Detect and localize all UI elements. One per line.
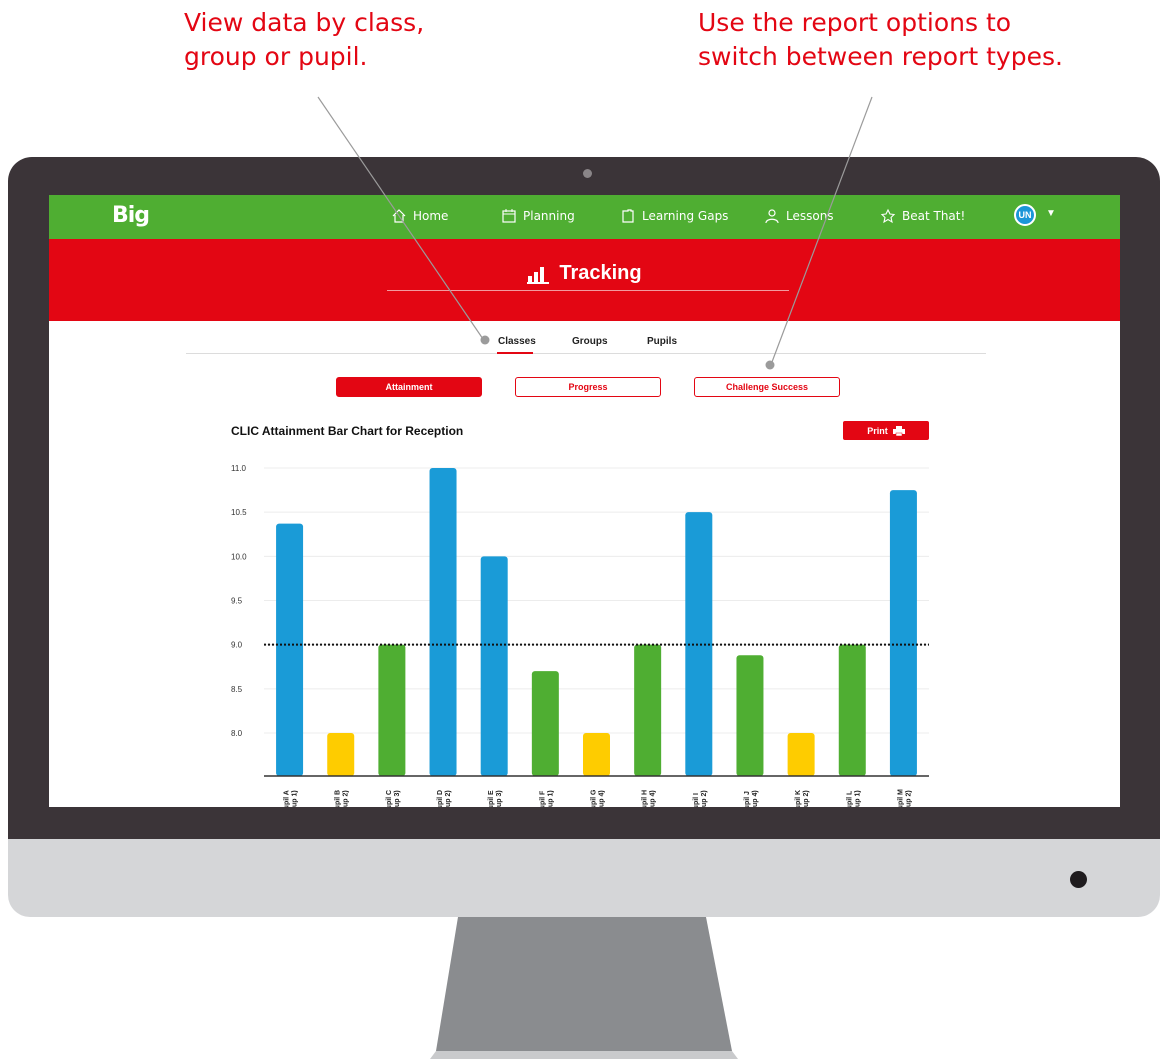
x-tick-label: roup 3): [496, 790, 503, 807]
bar: [889, 490, 917, 776]
bar: [378, 644, 406, 776]
annotation-reports: Use the report options to switch between…: [698, 6, 1063, 74]
x-tick-label: Pupil F: [539, 790, 546, 807]
bar: [276, 523, 304, 776]
monitor-stand: [430, 917, 738, 1059]
x-tick-label: Pupil L: [846, 790, 853, 807]
bar: [327, 733, 355, 776]
bar: [480, 556, 508, 776]
annotation-classes: View data by class, group or pupil.: [184, 6, 424, 74]
bar: [787, 733, 815, 776]
x-tick-label: Pupil D: [437, 790, 444, 807]
x-tick-label: roup 2): [445, 790, 452, 807]
y-tick-label: 8.0: [231, 729, 243, 738]
x-tick-label: Pupil G: [591, 789, 598, 807]
bar: [736, 655, 764, 776]
monitor-chin: [8, 839, 1160, 917]
power-button: [1070, 871, 1087, 888]
camera-dot: [583, 169, 592, 178]
y-tick-label: 9.0: [231, 641, 243, 650]
x-tick-label: Pupil J: [744, 791, 751, 807]
attainment-bar-chart: 11.010.510.09.59.08.58.0Pupil Aroup 1) Pu…: [231, 464, 929, 807]
bar: [838, 644, 866, 776]
x-tick-label: Pupil C: [386, 790, 393, 807]
x-tick-label: Pupil B: [335, 790, 342, 807]
x-tick-label: Pupil E: [488, 790, 495, 807]
x-tick-label: Pupil H: [642, 790, 649, 807]
x-tick-label: roup 1): [854, 790, 861, 807]
x-tick-label: roup 1): [547, 790, 554, 807]
y-tick-label: 10.0: [231, 552, 247, 561]
x-tick-label: roup 4): [752, 790, 759, 807]
x-tick-label: Pupil K: [795, 790, 802, 807]
screen: Big Home Planning Learning Gaps Lessons …: [49, 195, 1120, 807]
x-tick-label: roup 4): [599, 790, 606, 807]
x-tick-label: Pupil M: [897, 789, 904, 807]
annotation-reports-line2: switch between report types.: [698, 42, 1063, 71]
x-tick-label: roup 3): [394, 790, 401, 807]
bar: [583, 733, 610, 776]
bar: [531, 671, 559, 776]
x-tick-label: roup 2): [905, 790, 912, 807]
bar: [634, 644, 662, 776]
x-tick-label: roup 4): [650, 790, 657, 807]
annotation-classes-line1: View data by class,: [184, 8, 425, 37]
x-tick-label: roup 2): [803, 790, 810, 807]
annotation-reports-line1: Use the report options to: [698, 8, 1012, 37]
x-tick-label: roup 2): [343, 790, 350, 807]
y-tick-label: 8.5: [231, 685, 243, 694]
x-tick-label: Pupil I: [693, 793, 700, 807]
y-tick-label: 11.0: [231, 464, 247, 473]
x-tick-label: Pupil A: [284, 790, 291, 807]
x-tick-label: roup 1): [292, 790, 299, 807]
annotation-classes-line2: group or pupil.: [184, 42, 368, 71]
x-tick-label: roup 2): [701, 790, 708, 807]
y-tick-label: 9.5: [231, 597, 243, 606]
y-tick-label: 10.5: [231, 508, 247, 517]
bar: [429, 468, 457, 776]
